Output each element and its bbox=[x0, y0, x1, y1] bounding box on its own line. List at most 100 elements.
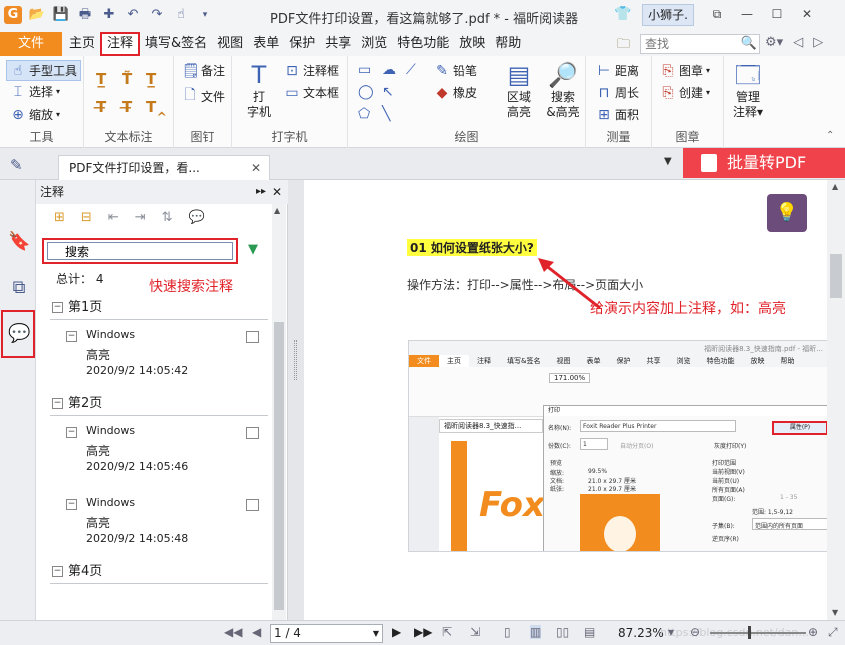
polygon-icon[interactable]: ⟋ bbox=[406, 62, 416, 78]
minimize-icon[interactable]: — bbox=[736, 4, 758, 24]
menu-file[interactable]: 文件 bbox=[0, 32, 62, 56]
single-page-icon[interactable]: ▯ bbox=[504, 625, 511, 639]
close-tab-icon[interactable]: ✕ bbox=[251, 156, 261, 180]
zoom-in-icon[interactable]: ⊕ bbox=[808, 625, 818, 639]
tab-view[interactable]: 视图 bbox=[212, 32, 248, 56]
bookmark-icon[interactable]: 🔖 bbox=[8, 230, 30, 254]
create-stamp-button[interactable]: ⎘ 创建 ▾ bbox=[660, 84, 710, 101]
comment-options-icon[interactable]: 💬 bbox=[189, 210, 205, 225]
page-number-box[interactable]: 1 / 4 ▼ bbox=[270, 624, 383, 643]
stamp-button[interactable]: ⎘ 图章 ▾ bbox=[660, 62, 710, 79]
comment-item[interactable]: − Windows 高亮 2020/9/2 14:05:48 bbox=[36, 488, 272, 560]
collapse-all-icon[interactable]: ⊟ bbox=[81, 210, 92, 225]
perimeter-button[interactable]: ⊓ 周长 bbox=[596, 84, 639, 101]
replace-text-icon[interactable]: T̶ bbox=[122, 98, 132, 116]
next-view-icon[interactable]: ⇲ bbox=[470, 625, 480, 639]
area-button[interactable]: ⊞ 面积 bbox=[596, 106, 639, 123]
collapse-toggle-icon[interactable]: − bbox=[66, 499, 77, 510]
back-icon[interactable]: ◁ bbox=[793, 35, 803, 50]
filter-icon[interactable]: ▼ bbox=[248, 242, 258, 257]
typewriter-button[interactable]: T 打字机 bbox=[242, 60, 276, 120]
panel-close-icon[interactable]: ✕ bbox=[272, 180, 282, 204]
textbox-button[interactable]: ▭ 文本框 bbox=[284, 84, 339, 101]
prev-view-icon[interactable]: ⇱ bbox=[442, 625, 452, 639]
tab-comment[interactable]: 注释 bbox=[100, 32, 141, 56]
redo-icon[interactable]: ↷ bbox=[148, 6, 166, 24]
prev-page-icon[interactable]: ◀ bbox=[252, 625, 261, 639]
tab-share[interactable]: 共享 bbox=[320, 32, 356, 56]
scrollbar-thumb[interactable] bbox=[830, 254, 842, 298]
comment-checkbox[interactable] bbox=[246, 331, 259, 343]
line-icon[interactable]: ╲ bbox=[382, 106, 390, 122]
comment-checkbox[interactable] bbox=[246, 427, 259, 439]
tab-list-dropdown-icon[interactable]: ▼ bbox=[664, 156, 672, 167]
scroll-down-icon[interactable]: ▼ bbox=[832, 608, 838, 617]
new-icon[interactable]: ✚ bbox=[100, 6, 118, 24]
zoom-slider[interactable] bbox=[710, 632, 806, 634]
tab-form[interactable]: 表单 bbox=[248, 32, 284, 56]
strikeout-text-icon[interactable]: T̶ bbox=[96, 98, 106, 116]
shirt-icon[interactable]: 👕 bbox=[614, 6, 631, 22]
hand-icon[interactable]: ☝ bbox=[172, 6, 190, 24]
tab-features[interactable]: 特色功能 bbox=[392, 32, 454, 56]
page-group[interactable]: − 第4页 bbox=[36, 560, 272, 584]
highlight-text-icon[interactable]: T̲ bbox=[96, 70, 106, 88]
distance-button[interactable]: ⊢ 距离 bbox=[596, 62, 639, 79]
undo-icon[interactable]: ↶ bbox=[124, 6, 142, 24]
print-icon[interactable]: 🖶 bbox=[76, 6, 94, 24]
pentagon-icon[interactable]: ⬠ bbox=[358, 106, 370, 122]
area-highlight-button[interactable]: ▤ 区域 高亮 bbox=[502, 60, 536, 120]
tab-home[interactable]: 主页 bbox=[64, 32, 100, 56]
rectangle-icon[interactable]: ▭ bbox=[358, 62, 371, 78]
collapse-ribbon-icon[interactable]: ⌃ bbox=[826, 130, 834, 141]
comment-item[interactable]: − Windows 高亮 2020/9/2 14:05:46 bbox=[36, 416, 272, 488]
tab-slideshow[interactable]: 放映 bbox=[454, 32, 490, 56]
pages-icon[interactable]: ⧉ bbox=[8, 276, 30, 300]
select-button[interactable]: ⌶ 选择 ▾ bbox=[10, 83, 60, 100]
pencil-button[interactable]: ✎ 铅笔 bbox=[434, 62, 477, 79]
collapse-toggle-icon[interactable]: − bbox=[52, 302, 63, 313]
export-icon[interactable]: ⇥ bbox=[135, 210, 146, 225]
highlighted-heading[interactable]: 01 如何设置纸张大小? bbox=[407, 239, 537, 256]
callout-button[interactable]: ⊡ 注释框 bbox=[284, 62, 339, 79]
batch-convert-banner[interactable]: 批量转PDF bbox=[683, 148, 845, 178]
collapse-toggle-icon[interactable]: − bbox=[52, 398, 63, 409]
sort-icon[interactable]: ⇅ bbox=[162, 210, 173, 225]
hand-tool-button[interactable]: ☝ 手型工具 bbox=[6, 60, 82, 81]
panel-splitter[interactable] bbox=[288, 180, 304, 645]
comments-icon[interactable]: 💬 bbox=[8, 322, 30, 346]
collapse-toggle-icon[interactable]: − bbox=[66, 427, 77, 438]
collapse-toggle-icon[interactable]: − bbox=[52, 566, 63, 577]
zoom-out-icon[interactable]: ⊖ bbox=[690, 625, 700, 639]
comments-scrollbar[interactable]: ▲ ▼ bbox=[272, 204, 286, 645]
search-icon[interactable]: 🔍 bbox=[741, 36, 757, 51]
first-page-icon[interactable]: ◀◀ bbox=[224, 625, 242, 639]
zoom-dropdown-icon[interactable]: ▾ bbox=[668, 625, 674, 639]
continuous-facing-icon[interactable]: ▤ bbox=[584, 625, 595, 639]
open-folder-icon[interactable]: 📂 bbox=[28, 6, 46, 24]
tab-browse[interactable]: 浏览 bbox=[356, 32, 392, 56]
insert-text-icon[interactable]: T‸ bbox=[146, 98, 167, 116]
comment-item[interactable]: − Windows 高亮 2020/9/2 14:05:42 bbox=[36, 320, 272, 392]
forward-icon[interactable]: ▷ bbox=[813, 35, 823, 50]
cloud-icon[interactable]: ☁ bbox=[382, 62, 396, 78]
note-button[interactable]: 🗒 备注 bbox=[182, 62, 225, 79]
maximize-icon[interactable]: ☐ bbox=[766, 4, 788, 24]
panel-expand-icon[interactable]: ▸▸ bbox=[256, 180, 266, 204]
user-name[interactable]: 小狮子. bbox=[642, 4, 694, 26]
tab-protect[interactable]: 保护 bbox=[284, 32, 320, 56]
zoom-button[interactable]: ⊕ 缩放 ▾ bbox=[10, 106, 60, 123]
restore-icon[interactable]: ⧉ bbox=[706, 4, 728, 24]
arrow-icon[interactable]: ↖ bbox=[382, 84, 394, 100]
eraser-button[interactable]: ◆ 橡皮 bbox=[434, 84, 477, 101]
document-tab[interactable]: PDF文件打印设置，看... ✕ bbox=[58, 155, 270, 180]
continuous-page-icon[interactable]: ▥ bbox=[530, 625, 542, 639]
close-icon[interactable]: ✕ bbox=[796, 4, 818, 24]
scroll-up-icon[interactable]: ▲ bbox=[832, 182, 838, 191]
tab-help[interactable]: 帮助 bbox=[490, 32, 526, 56]
comment-search-input[interactable] bbox=[47, 242, 233, 260]
search-highlight-button[interactable]: 🔎 搜索 &高亮 bbox=[542, 60, 584, 120]
zoom-slider-knob[interactable] bbox=[748, 626, 751, 639]
expand-all-icon[interactable]: ⊞ bbox=[54, 210, 65, 225]
facing-page-icon[interactable]: ▯▯ bbox=[556, 625, 569, 639]
